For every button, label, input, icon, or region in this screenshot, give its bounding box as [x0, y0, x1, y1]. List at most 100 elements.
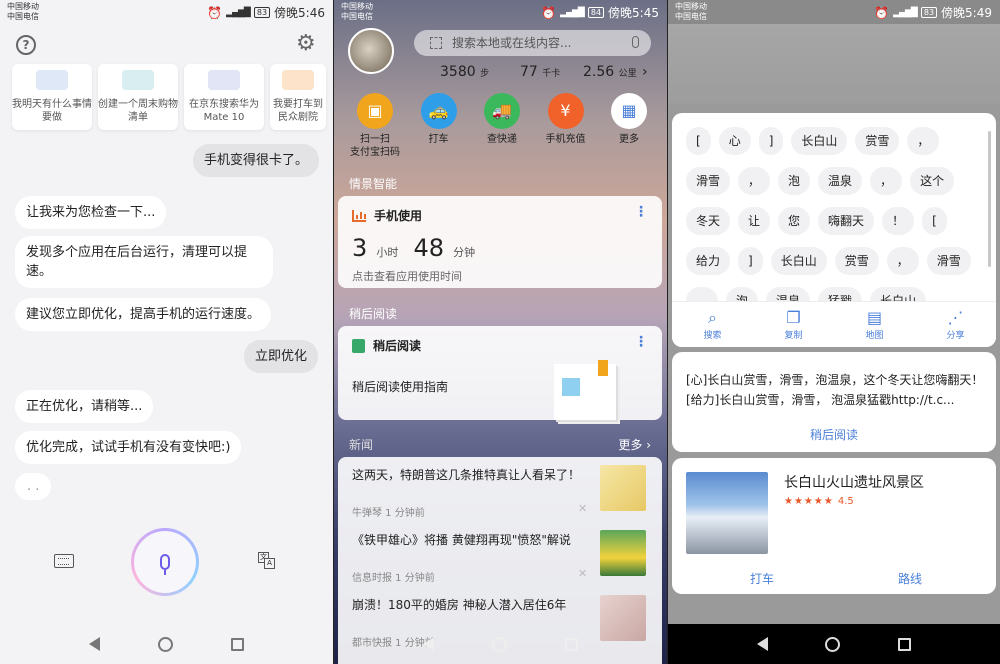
suggestion-card[interactable]: 我明天有什么事情要做 — [12, 64, 92, 130]
close-icon[interactable]: ✕ — [578, 502, 587, 515]
home-icon[interactable] — [158, 636, 173, 652]
word-token[interactable]: [ — [686, 127, 711, 155]
shortcut-scan[interactable]: ▣ 扫一扫 支付宝扫码 — [344, 93, 406, 159]
gear-icon[interactable]: ⚙ — [296, 33, 316, 55]
avatar[interactable] — [348, 28, 394, 74]
scan-icon[interactable] — [430, 37, 442, 49]
route-button[interactable]: 路线 — [898, 570, 922, 587]
read-later-button[interactable]: 稍后阅读 — [672, 426, 996, 443]
usage-card[interactable]: 手机使用 ⋮ 3 小时 48 分钟 点击查看应用使用时间 — [338, 196, 662, 288]
chat-bubble-bot: 正在优化，请稍等... — [15, 390, 154, 423]
more-vertical-icon[interactable]: ⋮ — [634, 205, 648, 219]
back-icon[interactable] — [423, 637, 434, 651]
word-token[interactable]: 嗨翻天 — [818, 207, 875, 235]
word-token[interactable]: ， — [870, 167, 903, 195]
phone-recharge-icon: ¥ — [547, 93, 584, 129]
news-title: 崩溃！180平的婚房 神秘人潜入居住6年 — [352, 598, 567, 612]
status-bar: 中国移动 中国电信 ⏰ ▂▄▆█ 84 傍晚5:45 — [334, 0, 667, 24]
news-more-link[interactable]: 更多 › — [618, 436, 651, 453]
recents-icon[interactable] — [898, 637, 912, 651]
car-icon — [282, 70, 314, 90]
kcal-value: 77 — [520, 64, 538, 80]
taxi-button[interactable]: 打车 — [750, 570, 774, 587]
suggestion-card[interactable]: 在京东搜索华为Mate 10 — [184, 64, 264, 130]
home-icon[interactable] — [825, 636, 841, 652]
word-token[interactable]: 滑雪 — [686, 167, 731, 195]
shortcut-express[interactable]: 🚚 查快递 — [471, 93, 533, 159]
recents-icon[interactable] — [565, 637, 578, 651]
scrollbar[interactable] — [988, 131, 991, 267]
word-token[interactable]: 这个 — [910, 167, 955, 195]
word-token[interactable]: 让 — [738, 207, 771, 235]
close-icon[interactable]: ✕ — [578, 567, 587, 580]
shortcut-row: ▣ 扫一扫 支付宝扫码 🚕 打车 🚚 查快递 ¥ 手机充值 ▦ 更多 — [344, 93, 660, 159]
rating-value: 4.5 — [837, 496, 854, 507]
health-stats[interactable]: 3580 步 77 千卡 2.56 公里 — [440, 64, 637, 80]
chat-bubble-bot: 让我来为您检查一下... — [15, 196, 167, 229]
navigation-bar — [0, 624, 333, 664]
document-illustration — [554, 360, 616, 420]
back-icon[interactable] — [89, 637, 100, 651]
share-button[interactable]: ⋰ 分享 — [926, 302, 986, 347]
news-item[interactable]: 这两天，特朗普这几条推特真让人看呆了！ 牛弹琴 1 分钟前 ✕ — [338, 457, 662, 523]
assistant-panel: 中国移动 中国电信 ⏰ ▂▄▆█ 83 傍晚5:46 ? ⚙ 我明天有什么事情要… — [0, 0, 333, 664]
signal-icon: ▂▄▆█ — [560, 7, 585, 18]
copy-icon: ❐ — [786, 308, 801, 327]
voice-button[interactable] — [131, 528, 199, 596]
word-token[interactable]: ， — [907, 127, 940, 155]
word-token[interactable]: ] — [738, 247, 763, 275]
more-vertical-icon[interactable]: ⋮ — [634, 335, 648, 349]
word-token[interactable]: 赏雪 — [834, 247, 879, 275]
word-token[interactable]: [ — [922, 207, 947, 235]
word-token[interactable]: 您 — [778, 207, 811, 235]
word-token[interactable]: 赏雪 — [855, 127, 900, 155]
usage-minutes: 48 — [413, 234, 445, 262]
word-token[interactable]: ！ — [882, 207, 915, 235]
word-token[interactable]: 长白山 — [791, 127, 848, 155]
chevron-right-icon[interactable]: › — [642, 64, 648, 80]
section-title: 新闻 — [349, 438, 374, 452]
shortcut-label: 更多 — [619, 134, 639, 145]
help-icon[interactable]: ? — [16, 35, 36, 55]
microphone-icon — [160, 554, 170, 575]
suggestion-card[interactable]: 创建一个周末购物清单 — [98, 64, 178, 130]
microphone-icon[interactable] — [632, 36, 639, 48]
recents-icon[interactable] — [231, 637, 244, 651]
section-title: 情景智能 — [349, 177, 398, 191]
suggestion-row: 我明天有什么事情要做 创建一个周末购物清单 在京东搜索华为Mate 10 我要打… — [12, 64, 326, 130]
shortcut-taxi[interactable]: 🚕 打车 — [408, 93, 470, 159]
word-token[interactable]: 长白山 — [770, 247, 827, 275]
word-token[interactable]: ， — [886, 247, 919, 275]
search-button[interactable]: ⌕ 搜索 — [683, 302, 743, 347]
shortcut-recharge[interactable]: ¥ 手机充值 — [535, 93, 597, 159]
word-token[interactable]: 给力 — [686, 247, 731, 275]
word-token[interactable]: 冬天 — [686, 207, 731, 235]
word-token[interactable]: 心 — [718, 127, 751, 155]
word-token[interactable]: 泡 — [778, 167, 811, 195]
word-token[interactable]: ] — [758, 127, 784, 155]
shortcut-label: 查快递 — [487, 134, 517, 145]
keyboard-icon[interactable] — [54, 554, 74, 568]
battery-level: 83 — [920, 7, 938, 18]
back-icon[interactable] — [756, 637, 768, 651]
translate-icon[interactable]: 文 A — [258, 552, 276, 570]
chat-bubble-user: 立即优化 — [244, 340, 319, 373]
copy-button[interactable]: ❐ 复制 — [764, 302, 824, 347]
action-toolbar: ⌕ 搜索 ❐ 复制 ▤ 地图 ⋰ 分享 — [672, 301, 996, 347]
calendar-icon — [36, 70, 68, 90]
word-token[interactable]: 滑雪 — [926, 247, 971, 275]
home-icon[interactable] — [492, 636, 507, 652]
signal-icon: ▂▄▆█ — [893, 7, 918, 18]
word-token[interactable]: 温泉 — [818, 167, 863, 195]
search-input[interactable]: 搜索本地或在线内容... — [414, 30, 651, 56]
read-later-card[interactable]: 稍后阅读 ⋮ 稍后阅读使用指南 — [338, 326, 662, 420]
bar-chart-icon — [352, 209, 366, 222]
word-token[interactable]: ， — [738, 167, 771, 195]
shortcut-more[interactable]: ▦ 更多 — [598, 93, 660, 159]
suggestion-card[interactable]: 我要打车到民众剧院 — [270, 64, 326, 130]
news-title: 这两天，特朗普这几条推特真让人看呆了！ — [352, 468, 581, 482]
map-button[interactable]: ▤ 地图 — [845, 302, 905, 347]
grid-icon: ▦ — [611, 93, 647, 129]
news-item[interactable]: 《铁甲雄心》将播 黄健翔再现"愤怒"解说 信息时报 1 分钟前 ✕ — [338, 522, 662, 588]
place-photo — [686, 472, 768, 554]
